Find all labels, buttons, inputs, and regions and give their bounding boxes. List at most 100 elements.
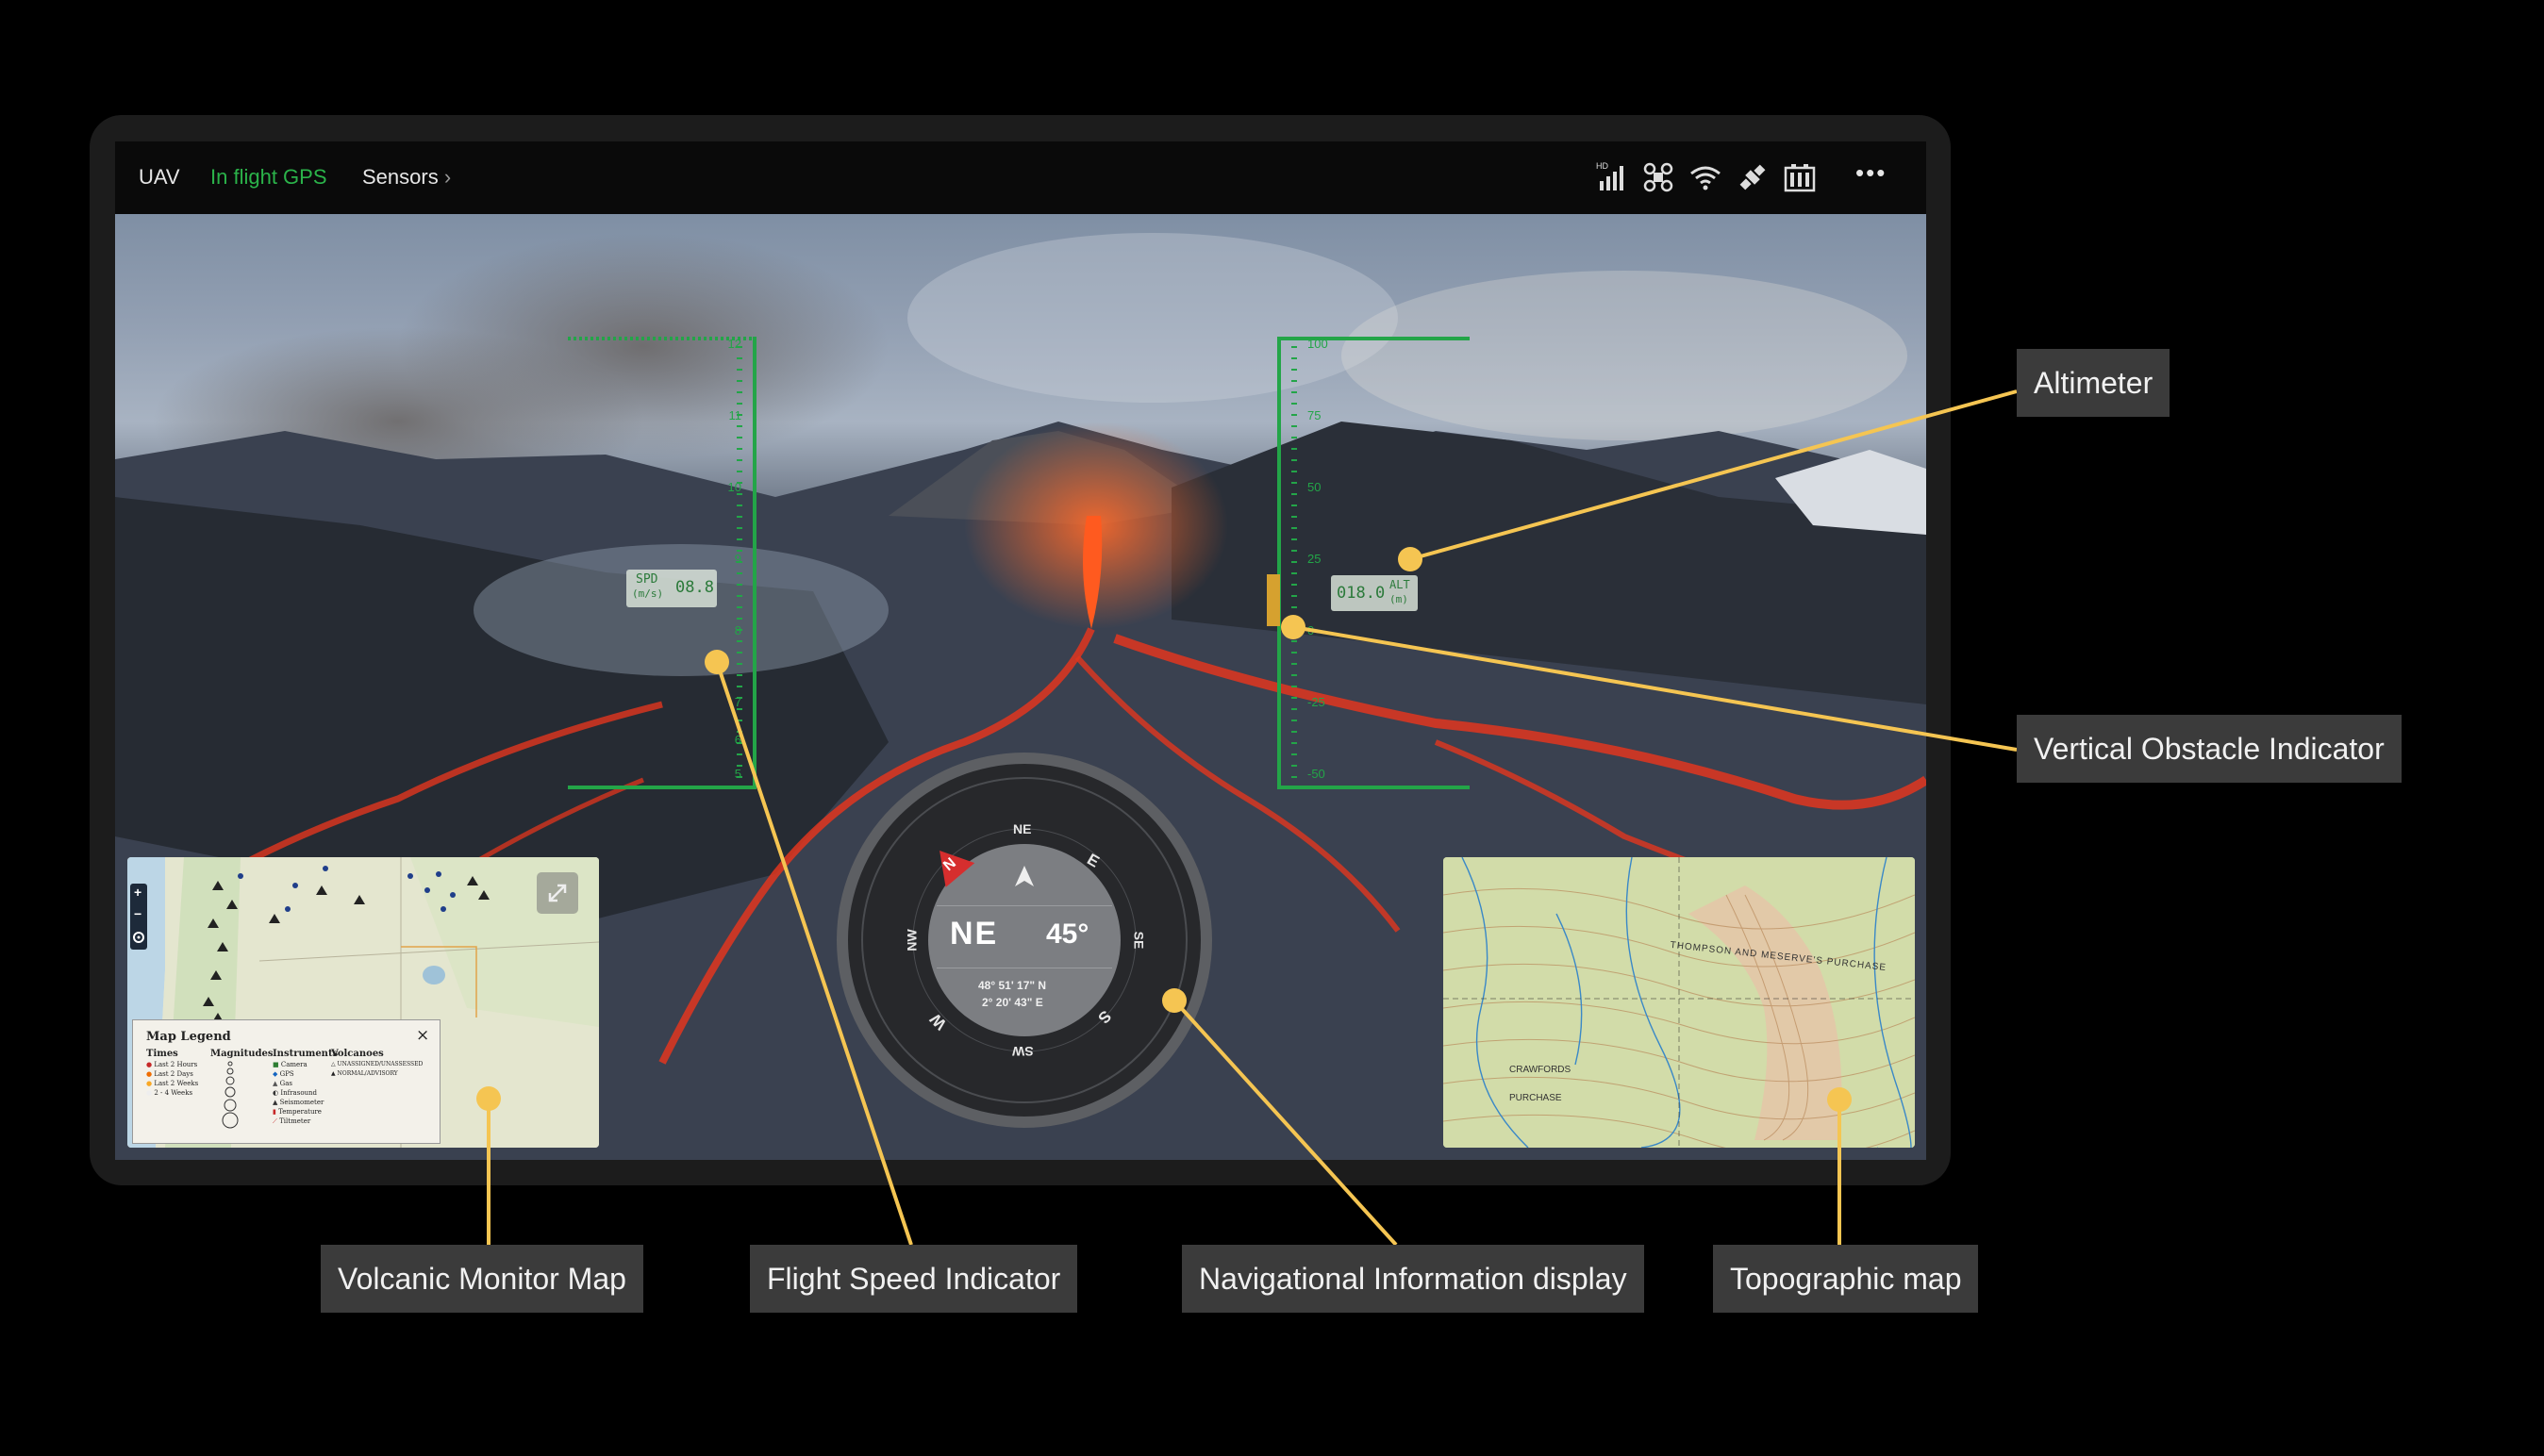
legend-col-magnitudes: Magnitudes [210,1049,274,1059]
compass-divider-top [937,905,1112,906]
altitude-tick: 0 [1307,623,1315,637]
legend-time-label: Last 2 Days [154,1070,193,1078]
chevron-right-icon: › [443,165,452,189]
legend-col-instruments: Instruments [273,1049,339,1059]
compass-label-ne: NE [1013,821,1032,836]
more-options-icon[interactable]: ••• [1855,158,1887,188]
speed-readout: SPD (m/s) 08.8 [626,570,717,607]
speed-tick: 9 [734,552,741,566]
altitude-tick: 25 [1307,552,1322,566]
camera-feed: 12 11 10 9 8 7 6 5 SPD (m/s) 08.8 100 75 [115,214,1926,1160]
legend-instrument-label: Gas [279,1080,292,1087]
locate-icon[interactable] [132,931,145,944]
zoom-in-button[interactable]: + [134,885,141,900]
altitude-tick: 100 [1307,337,1328,351]
battery-icon [1784,164,1816,192]
tablet-screen: UAV In flight GPS Sensors › HD ••• 12 11… [115,141,1926,1160]
tab-sensors-label: Sensors [362,165,439,189]
legend-instrument-item: ▲ Gas [273,1080,292,1087]
legend-volcano-label: UNASSIGNED/UNASSESSED [337,1061,424,1067]
volcanic-map-callout-dot [476,1086,501,1111]
topo-label: CRAWFORDS [1509,1065,1571,1075]
north-marker-letter: N [940,854,959,875]
legend-volcano-item: ▲ NORMAL/ADVISORY [331,1070,398,1077]
legend-instrument-item: ▲ Seismometer [273,1099,324,1106]
speed-unit: (m/s) [632,587,664,600]
hd-badge: HD [1596,161,1608,171]
legend-instrument-item: ▮ Temperature [273,1108,322,1116]
nav-display-callout: Navigational Information display [1182,1245,1644,1313]
altitude-tape-ticks: 100 75 50 25 0 -25 -50 [1305,337,1362,789]
tab-sensors[interactable]: Sensors › [362,165,451,190]
compass-longitude: 2° 20' 43" E [982,996,1043,1009]
map-legend: Map Legend × Times Magnitudes Instrument… [132,1019,441,1144]
obstacle-bar-track [1267,532,1280,626]
speed-tick: 7 [734,695,741,709]
drone-icon [1643,162,1673,192]
legend-instrument-label: GPS [279,1070,294,1078]
altitude-readout: 018.0 ALT (m) [1331,575,1418,611]
altitude-tick: 50 [1307,480,1322,494]
legend-instrument-item: ⟋ Tiltmeter [273,1117,311,1125]
altitude-tick: 75 [1307,408,1322,422]
legend-volcano-label: NORMAL/ADVISORY [337,1070,398,1077]
topo-map-callout-dot [1827,1087,1852,1112]
magnitude-scale-icon [222,1061,239,1129]
legend-col-times: Times [146,1049,178,1059]
top-bar: UAV In flight GPS Sensors › HD ••• [115,141,1926,214]
legend-volcanoes-list: △ UNASSIGNED/UNASSESSED ▲ NORMAL/ADVISOR… [331,1060,423,1079]
legend-instrument-label: Camera [280,1061,308,1068]
compass-heading: 45° [1046,918,1089,950]
zoom-out-button[interactable]: − [134,906,141,921]
legend-instruments-list: ■ Camera ◆ GPS ▲ Gas ◐ Infrasound ▲ Seis… [273,1060,324,1126]
legend-instrument-label: Temperature [278,1108,322,1116]
legend-instrument-item: ◆ GPS [273,1070,294,1078]
legend-times-list: ● Last 2 Hours ● Last 2 Days ● Last 2 We… [146,1060,198,1098]
speed-tick: 11 [728,408,742,422]
legend-instrument-item: ■ Camera [273,1061,308,1068]
altitude-label: ALT [1389,578,1410,591]
obstacle-callout-dot [1281,615,1305,639]
tab-uav[interactable]: UAV [139,165,180,190]
topo-label: PURCHASE [1509,1093,1562,1103]
speed-tick: 8 [734,623,741,637]
speed-tick: 6 [734,733,741,747]
zoom-controls: + − [130,884,147,950]
legend-instrument-item: ◐ Infrasound [273,1089,318,1097]
legend-instrument-label: Infrasound [280,1089,318,1097]
legend-time-label: Last 2 Weeks [154,1080,199,1087]
legend-time-item: ● 2 - 4 Weeks [146,1089,193,1097]
speed-tick: 5 [734,767,741,781]
speed-label: SPD [636,572,658,587]
legend-col-volcanoes: Volcanoes [331,1049,384,1059]
tab-in-flight-gps[interactable]: In flight GPS [210,165,327,190]
speed-callout-dot [705,650,729,674]
speed-tape-ticks: 12 11 10 9 8 7 6 5 [709,337,747,789]
speed-value: 08.8 [675,578,714,597]
heading-arrow-icon [1015,866,1034,886]
altimeter-callout-dot [1398,547,1422,571]
altimeter-callout: Altimeter [2017,349,2170,417]
expand-map-button[interactable] [537,872,578,914]
expand-icon [548,884,567,902]
speed-tick: 10 [727,480,741,494]
legend-close-button[interactable]: × [416,1026,429,1045]
compass-label-nw: NW [904,929,920,951]
legend-title: Map Legend [146,1030,231,1044]
legend-time-item: ● Last 2 Days [146,1070,193,1078]
legend-time-label: 2 - 4 Weeks [154,1089,193,1097]
flight-speed-callout: Flight Speed Indicator [750,1245,1078,1313]
compass-label-se: SE [1131,931,1147,950]
altitude-unit: (m) [1389,593,1408,605]
satellite-icon [1739,164,1766,190]
wifi-icon [1690,166,1721,190]
legend-instrument-label: Tiltmeter [279,1117,311,1125]
volcanic-map-callout: Volcanic Monitor Map [321,1245,643,1313]
legend-time-item: ● Last 2 Hours [146,1061,198,1068]
legend-time-label: Last 2 Hours [154,1061,198,1068]
nav-display-callout-dot [1162,988,1187,1013]
altitude-tick: -25 [1307,695,1325,709]
legend-time-item: ● Last 2 Weeks [146,1080,199,1087]
hd-signal-icon: HD [1596,161,1623,190]
vertical-obstacle-bar [1267,574,1280,626]
